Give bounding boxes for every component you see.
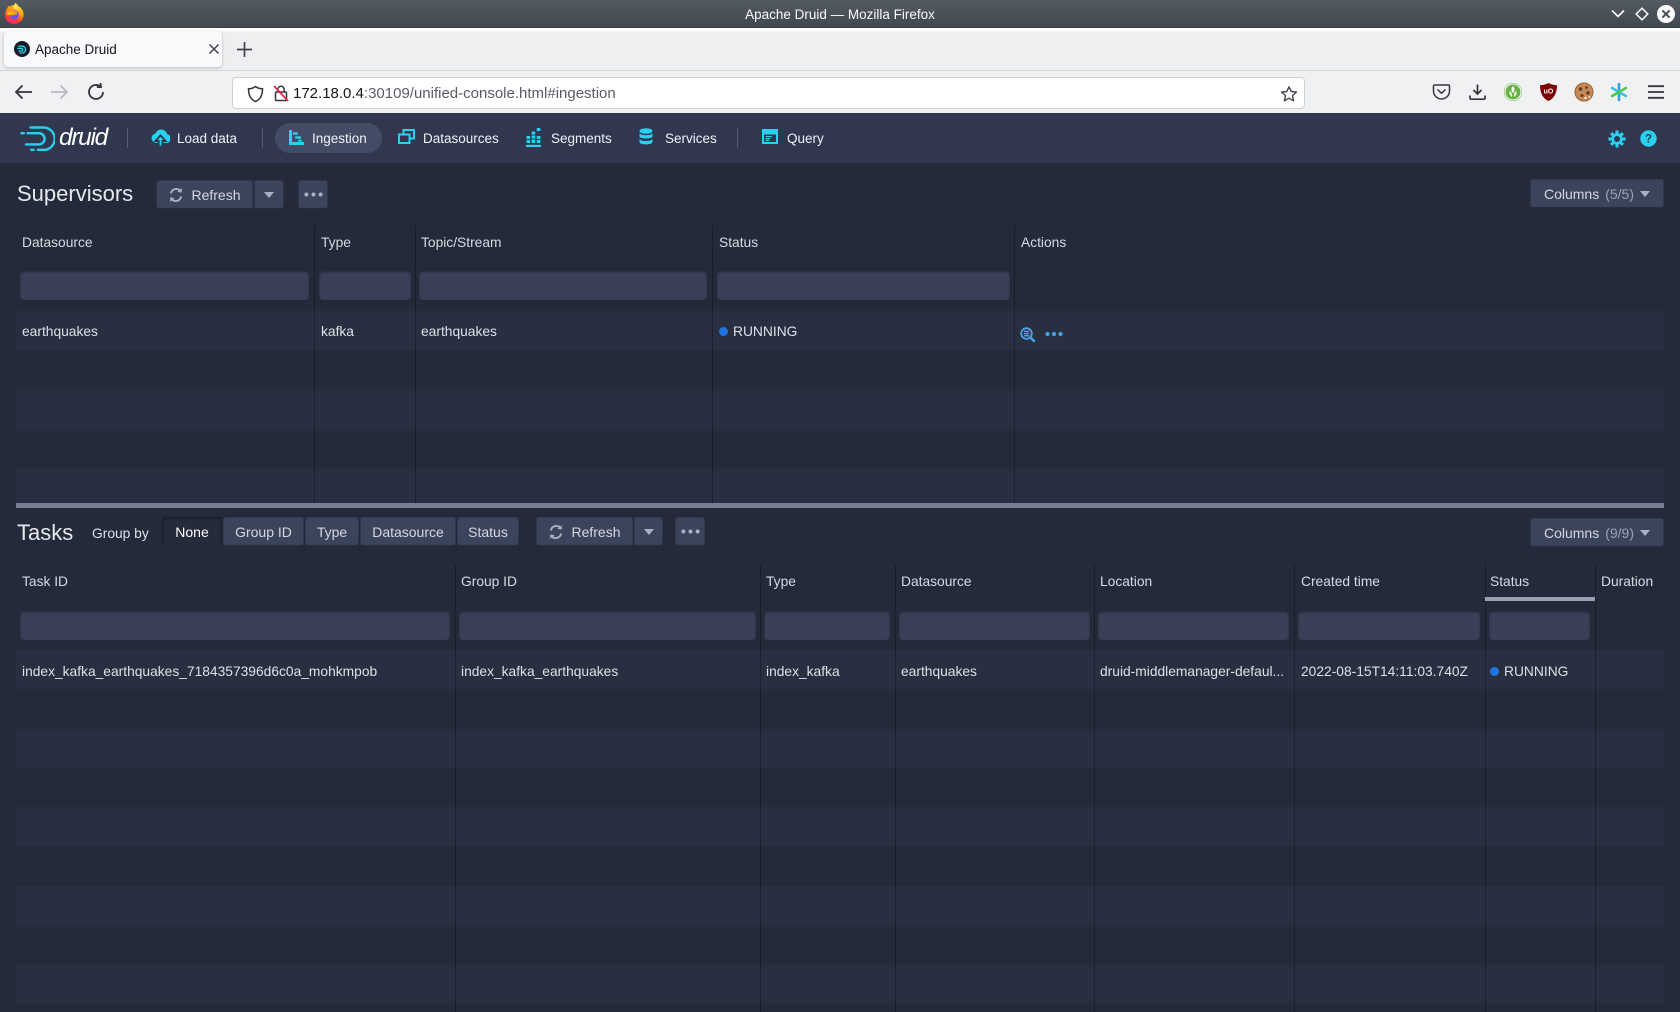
- svg-text:uO: uO: [1544, 89, 1554, 96]
- svg-text:?: ?: [1645, 134, 1652, 146]
